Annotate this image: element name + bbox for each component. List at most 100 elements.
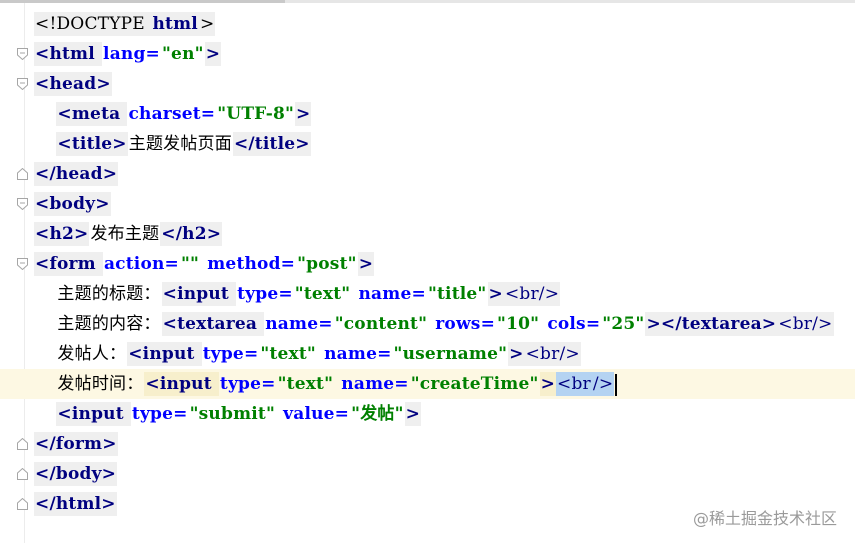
- token-val: "submit": [189, 404, 282, 424]
- token-br: <br/>: [777, 312, 834, 336]
- token-tag: <meta: [56, 102, 128, 126]
- code-line[interactable]: 发帖时间： <input type= "text" name= "createTime…: [0, 369, 855, 399]
- code-line[interactable]: 主题的标题： <input type= "text" name= "title" > <b…: [0, 279, 855, 309]
- token-tag: </form>: [34, 432, 118, 456]
- fold-close-icon[interactable]: [17, 168, 28, 180]
- token-tag: >: [204, 42, 222, 66]
- token-text: 主题的标题：: [57, 284, 161, 304]
- code-text: 发帖时间： <input type= "text" name= "createTime…: [34, 369, 618, 399]
- tab-strip-edge: [0, 0, 855, 3]
- code-line[interactable]: <meta charset= "UTF-8" >: [0, 99, 855, 129]
- token-val: "text": [277, 374, 340, 394]
- token-val: "post": [297, 254, 357, 274]
- code-line[interactable]: <h2> 发布主题 </h2>: [0, 219, 855, 249]
- code-line[interactable]: 发帖人： <input type= "text" name= "username" > <…: [0, 339, 855, 369]
- token-tag: <input: [56, 402, 131, 426]
- token-tag: <input: [161, 282, 237, 306]
- token-val: "": [181, 254, 206, 274]
- token-tag: <title>: [56, 132, 128, 156]
- code-line[interactable]: <!DOCTYPE html >: [0, 9, 855, 39]
- fold-close-icon[interactable]: [17, 468, 28, 480]
- token-doctype: >: [198, 12, 216, 36]
- editor-window: { "editor": { "lines": [ {"fold": "none"…: [0, 0, 855, 543]
- code-line[interactable]: 主题的内容： <textarea name= "content" rows= "10"…: [0, 309, 855, 339]
- code-editor[interactable]: <!DOCTYPE html > <html lang= "en" > <head> <m…: [0, 9, 855, 519]
- code-line[interactable]: <html lang= "en" >: [0, 39, 855, 69]
- code-text: 发帖人： <input type= "text" name= "username" > <…: [34, 339, 581, 369]
- code-text: <form action= "" method= "post" >: [34, 249, 375, 279]
- code-line[interactable]: </body>: [0, 459, 855, 489]
- code-text: <head>: [34, 69, 112, 99]
- code-text: <title> 主题发帖页面 </title>: [34, 129, 311, 159]
- code-text: 主题的标题： <input type= "text" name= "title" > <b…: [34, 279, 561, 309]
- code-text: 主题的内容： <textarea name= "content" rows= "10"…: [34, 309, 834, 339]
- code-text: </head>: [34, 159, 119, 189]
- token-val: "createTime": [410, 374, 539, 394]
- token-br: <br/>: [503, 282, 561, 306]
- token-tag: <input: [144, 372, 219, 396]
- token-tag: </body>: [34, 462, 118, 486]
- code-line[interactable]: <title> 主题发帖页面 </title>: [0, 129, 855, 159]
- token-tag: >: [404, 402, 422, 426]
- token-attr: rows=: [435, 314, 496, 334]
- token-attr: action=: [103, 254, 179, 274]
- token-val: "text": [260, 344, 323, 364]
- token-tag: <body>: [34, 192, 111, 216]
- token-tag: >: [487, 282, 504, 306]
- fold-close-icon[interactable]: [17, 498, 28, 510]
- token-attr: type=: [131, 404, 188, 424]
- code-line[interactable]: <head>: [0, 69, 855, 99]
- token-tag: ></textarea>: [645, 312, 778, 336]
- token-br: <br/>: [524, 342, 581, 366]
- token-tag: >: [508, 342, 525, 366]
- token-tag: <input: [127, 342, 202, 366]
- token-br: />: [591, 372, 615, 396]
- code-line[interactable]: <body>: [0, 189, 855, 219]
- code-text: <meta charset= "UTF-8" >: [34, 99, 312, 129]
- fold-close-icon[interactable]: [17, 438, 28, 450]
- code-text: </body>: [34, 459, 118, 489]
- code-line[interactable]: </head>: [0, 159, 855, 189]
- token-val: "发帖": [351, 404, 404, 424]
- token-tag: </h2>: [160, 222, 223, 246]
- token-text: 主题的内容：: [57, 314, 161, 334]
- token-text: 发帖人：: [57, 344, 127, 364]
- token-text: 发布主题: [90, 224, 160, 244]
- token-attr: value=: [283, 404, 350, 424]
- token-tag: </head>: [34, 162, 119, 186]
- fold-open-icon[interactable]: [17, 198, 28, 210]
- token-tag: >: [295, 102, 312, 126]
- token-tag: >: [539, 372, 557, 396]
- token-attr: name=: [265, 314, 333, 334]
- fold-open-icon[interactable]: [17, 78, 28, 90]
- code-line[interactable]: <form action= "" method= "post" >: [0, 249, 855, 279]
- token-val: "UTF-8": [217, 104, 295, 124]
- token-tag: <form: [34, 252, 103, 276]
- token-tag: html: [151, 12, 199, 36]
- token-attr: type=: [219, 374, 276, 394]
- code-line[interactable]: </form>: [0, 429, 855, 459]
- text-cursor: [615, 373, 618, 396]
- token-tag: <textarea: [161, 312, 265, 336]
- token-val: "10": [497, 314, 546, 334]
- token-val: "en": [162, 44, 204, 64]
- token-val: "title": [427, 284, 487, 304]
- code-text: <!DOCTYPE html >: [34, 9, 216, 39]
- watermark: @稀土掘金技术社区: [692, 509, 837, 528]
- token-attr: type=: [202, 344, 259, 364]
- token-val: "text": [294, 284, 357, 304]
- token-tag: </html>: [34, 492, 117, 516]
- code-line[interactable]: <input type= "submit" value= "发帖" >: [0, 399, 855, 429]
- token-attr: charset=: [128, 104, 216, 124]
- token-tag: >: [357, 252, 375, 276]
- token-attr: type=: [237, 284, 293, 304]
- fold-open-icon[interactable]: [17, 258, 28, 270]
- fold-open-icon[interactable]: [17, 48, 28, 60]
- code-text: <body>: [34, 189, 111, 219]
